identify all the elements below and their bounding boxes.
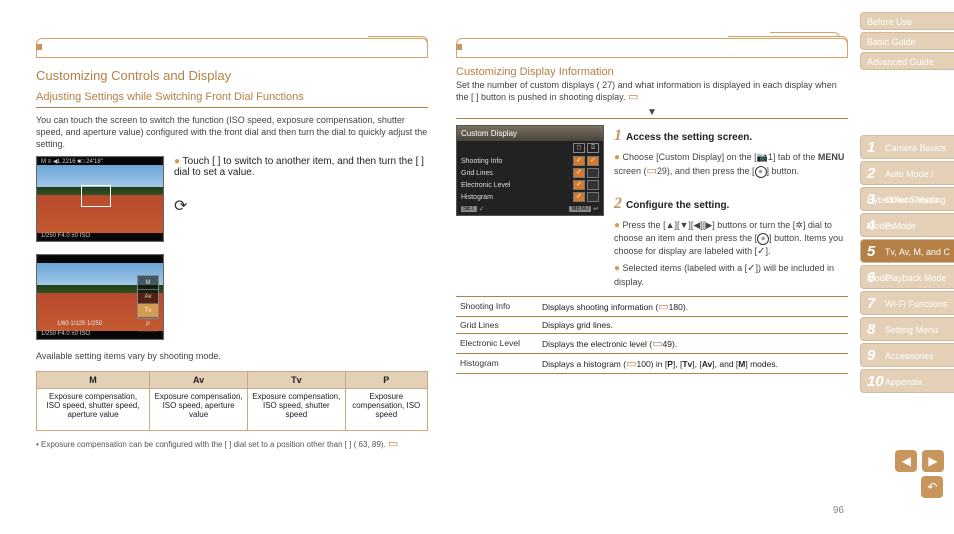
display-preset-2-icon: ⌼ <box>587 143 599 153</box>
book-icon: ▭ <box>647 164 657 179</box>
left-intro-text: You can touch the screen to switch the f… <box>36 114 428 150</box>
prev-page-button[interactable]: ◀ <box>895 450 917 472</box>
breadcrumb-label: Tv, Av, M, and C Mode <box>46 41 146 52</box>
breadcrumb-marker-icon <box>36 44 42 50</box>
modetable-caption: Available setting items vary by shooting… <box>36 350 428 362</box>
sidebar-chapter-tabs: 1Camera Basics 2Auto Mode / Hybrid Auto … <box>860 135 954 395</box>
chapter-tab-9[interactable]: 9Accessories <box>860 343 954 367</box>
step-1-number: 1 <box>614 127 622 144</box>
chapter-tab-3[interactable]: 3Other Shooting Modes <box>860 187 954 211</box>
screenshot-frontdial-switch: M Av Tv P 1/60 1/125 1/250 1/250 F4.0 ±0… <box>36 254 164 340</box>
chapter-tab-7[interactable]: 7Wi-Fi Functions <box>860 291 954 315</box>
right-breadcrumb-tab: Tv, Av, M, and C Mode <box>456 36 848 60</box>
arrow-down-icon: ▼ <box>456 107 848 118</box>
next-page-button[interactable]: ▶ <box>922 450 944 472</box>
bullet-icon: ● <box>174 156 180 167</box>
breadcrumb-marker-icon <box>456 44 462 50</box>
return-button[interactable]: ↶ <box>921 476 943 498</box>
menu-button-icon: MENU↵ <box>569 205 599 213</box>
step-1-title: Access the setting screen. <box>626 132 752 143</box>
chapter-tab-6[interactable]: 6Playback Mode <box>860 265 954 289</box>
sidetab-basic-guide[interactable]: Basic Guide <box>860 32 954 50</box>
left-section-subheading: Adjusting Settings while Switching Front… <box>36 91 428 103</box>
left-section-heading: Customizing Controls and Display <box>36 68 428 83</box>
bullet-icon: ● <box>614 220 620 231</box>
left-step-body: ● Touch [ ] to switch to another item, a… <box>174 156 428 216</box>
right-intro-text: Set the number of custom displays ( 27) … <box>456 80 848 103</box>
chapter-tab-5[interactable]: 5Tv, Av, M, and C Mode <box>860 239 954 263</box>
step-2-number: 2 <box>614 195 622 212</box>
screenshot-shooting-display: M ≡ ◀L 2216 ■□ 24'18'' 1/250 F4.0 ±0 ISO <box>36 156 164 242</box>
check-icon: ✓ <box>747 263 755 274</box>
book-icon: ▭ <box>388 437 398 450</box>
custom-display-title: Custom Display <box>457 126 603 141</box>
set-button-icon: SET✓ <box>461 205 485 213</box>
breadcrumb-label: Tv, Av, M, and C Mode <box>466 41 566 52</box>
sidebar-top-group: Before Use Basic Guide Advanced Guide <box>860 12 954 72</box>
page-number: 96 <box>833 505 844 516</box>
check-icon: ✓ <box>757 246 765 257</box>
page-nav-buttons: ◀ ▶ ↶ <box>893 450 944 498</box>
chapter-tab-10[interactable]: 10Appendix <box>860 369 954 393</box>
left-breadcrumb-tab: Tv, Av, M, and C Mode <box>36 36 428 60</box>
func-set-button-icon: ⊕ <box>757 233 769 245</box>
chapter-tab-1[interactable]: 1Camera Basics <box>860 135 954 159</box>
mode-col-tv: Tv <box>248 371 345 388</box>
chapter-tab-4[interactable]: 4P Mode <box>860 213 954 237</box>
display-items-table: Shooting InfoDisplays shooting informati… <box>456 296 848 374</box>
custom-display-menu-screenshot: Custom Display ◻ ⌼ Shooting Info✓✓ Grid … <box>456 125 604 216</box>
row-shooting-info: Shooting Info <box>456 296 538 316</box>
heading-rule <box>36 107 428 108</box>
chapter-tab-8[interactable]: 8Setting Menu <box>860 317 954 341</box>
mode-settings-table: M Av Tv P Exposure compensation, ISO spe… <box>36 371 428 431</box>
book-icon: ▭ <box>658 300 668 313</box>
bullet-icon: ● <box>614 263 620 274</box>
row-histogram: Histogram <box>456 353 538 373</box>
display-preset-1-icon: ◻ <box>573 143 585 153</box>
sidetab-before-use[interactable]: Before Use <box>860 12 954 30</box>
control-dial-icon: ✲ <box>795 220 803 230</box>
af-frame-icon <box>81 185 111 207</box>
left-footnote: • Exposure compensation can be configure… <box>36 437 428 450</box>
mode-col-m: M <box>37 371 150 388</box>
book-icon: ▭ <box>652 337 662 350</box>
mode-col-av: Av <box>150 371 248 388</box>
left-column: Tv, Av, M, and C Mode Customizing Contro… <box>36 36 428 450</box>
right-section-heading: Customizing Display Information <box>456 66 848 78</box>
mode-switch-strip: M Av Tv P <box>137 275 159 319</box>
book-icon: ▭ <box>628 90 638 103</box>
camera-icon: 📷 <box>757 152 768 162</box>
right-column: Tv, Av, M, and C Mode Customizing Displa… <box>456 36 848 374</box>
mode-col-p: P <box>345 371 427 388</box>
func-set-button-icon: ⊕ <box>755 166 767 178</box>
bullet-icon: ● <box>614 152 620 163</box>
row-grid-lines: Grid Lines <box>456 316 538 333</box>
sidetab-advanced-guide[interactable]: Advanced Guide <box>860 52 954 70</box>
book-icon: ▭ <box>626 357 636 370</box>
step-2-title: Configure the setting. <box>626 200 729 211</box>
row-electronic-level: Electronic Level <box>456 333 538 353</box>
chapter-tab-2[interactable]: 2Auto Mode / Hybrid Auto Mode <box>860 161 954 185</box>
